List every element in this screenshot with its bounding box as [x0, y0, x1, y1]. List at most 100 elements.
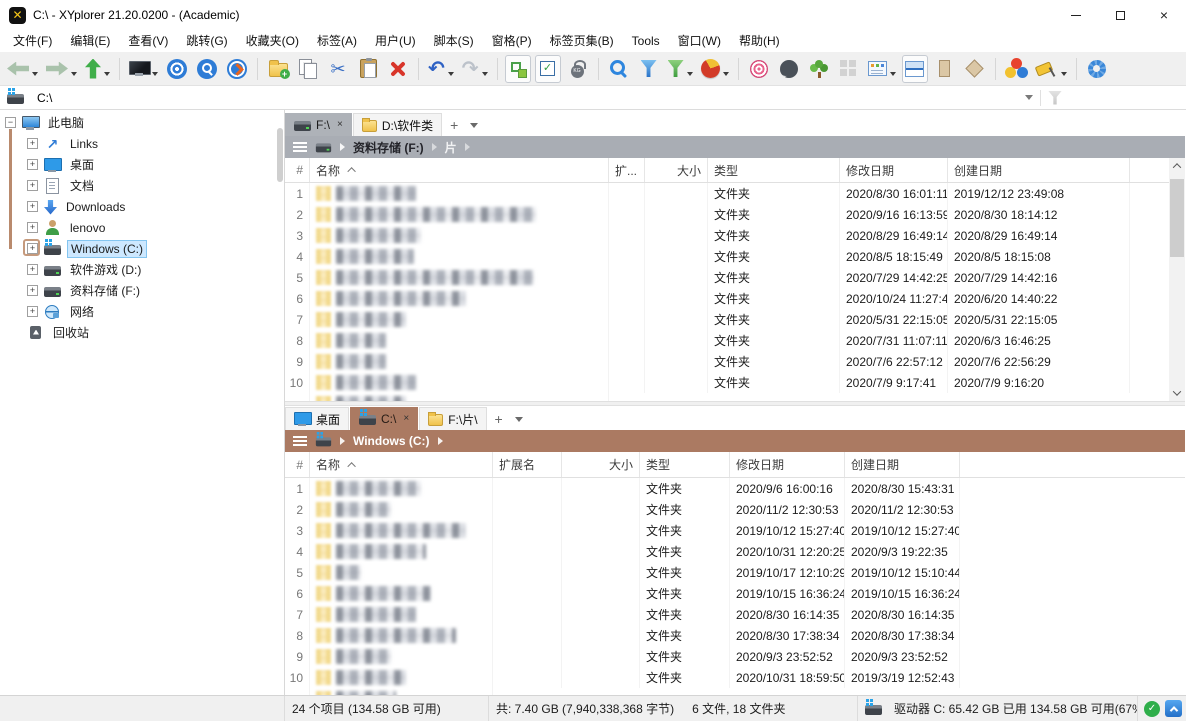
style-roller-icon[interactable]	[1034, 55, 1069, 83]
tree-green-icon[interactable]	[806, 55, 832, 83]
tree-toggle-icon[interactable]	[505, 55, 531, 83]
search-circle-icon[interactable]	[194, 55, 220, 83]
tiles-view-icon[interactable]	[836, 55, 862, 83]
file-row[interactable]: 1 文件夹 2020/9/6 16:00:16 2020/8/30 15:43:…	[285, 478, 1185, 499]
breadcrumb-segment[interactable]: Windows (C:)	[353, 434, 430, 448]
computer-icon[interactable]	[127, 55, 160, 83]
expand-toggle-icon[interactable]: −	[5, 117, 16, 128]
nav-back-icon[interactable]	[5, 55, 40, 83]
column-header-name[interactable]: 名称	[310, 158, 609, 182]
close-button[interactable]: ×	[1142, 0, 1186, 30]
tab-close-icon[interactable]: ×	[337, 120, 343, 130]
file-row[interactable]: 7 文件夹 2020/8/30 16:14:35 2020/8/30 16:14…	[285, 604, 1185, 625]
goto-target-icon[interactable]	[164, 55, 190, 83]
file-row[interactable]: 10 文件夹 2020/10/31 18:59:50 2019/3/19 12:…	[285, 667, 1185, 688]
weight-icon[interactable]	[565, 55, 591, 83]
find-files-icon[interactable]	[606, 55, 632, 83]
column-header-name[interactable]: 名称	[310, 452, 493, 477]
column-header-created[interactable]: 创建日期	[845, 452, 960, 477]
file-row[interactable]: 6 文件夹 2020/10/24 11:27:47 2020/6/20 14:4…	[285, 288, 1169, 309]
redo-icon[interactable]: ↷	[460, 55, 490, 83]
tab-close-icon[interactable]: ×	[403, 414, 409, 424]
filter-funnel-icon[interactable]	[1048, 91, 1062, 105]
column-header-type[interactable]: 类型	[708, 158, 840, 182]
menu-item[interactable]: 用户(U)	[366, 30, 425, 52]
tree-item-this-pc[interactable]: − 此电脑	[0, 112, 284, 133]
scroll-down-icon[interactable]	[1169, 385, 1185, 401]
status-up-button[interactable]	[1165, 700, 1182, 717]
top-pane-scrollbar[interactable]	[1169, 158, 1185, 401]
file-row[interactable]: 3 文件夹 2020/8/29 16:49:14 2020/8/29 16:49…	[285, 225, 1169, 246]
tab-list-button[interactable]	[510, 408, 528, 430]
tree-item-network[interactable]: + 网络	[0, 301, 284, 322]
settings-gear-icon[interactable]	[1084, 55, 1110, 83]
tree-item-drive-d[interactable]: + 软件游戏 (D:)	[0, 259, 284, 280]
file-row[interactable]: 8 文件夹 2020/7/31 11:07:11 2020/6/3 16:46:…	[285, 330, 1169, 351]
split-horizontal-icon[interactable]	[902, 55, 928, 83]
menu-item[interactable]: 跳转(G)	[177, 30, 236, 52]
address-input[interactable]: C:\	[37, 91, 52, 105]
cut-scissors-icon[interactable]: ✂	[325, 55, 351, 83]
color-filter-icon[interactable]	[1003, 55, 1030, 83]
new-folder-icon[interactable]	[265, 55, 291, 83]
menu-burger-icon[interactable]	[293, 142, 307, 152]
drive-icon[interactable]	[316, 140, 331, 154]
tab-list-button[interactable]	[465, 114, 483, 136]
tab-f-pian[interactable]: F:\片\ ×	[419, 407, 486, 430]
file-row[interactable]: 3 文件夹 2019/10/12 15:27:40 2019/10/12 15:…	[285, 520, 1185, 541]
tree-item-desktop[interactable]: + 桌面	[0, 154, 284, 175]
tree-scrollbar-thumb[interactable]	[277, 128, 283, 182]
tab-d-software[interactable]: D:\软件类 ×	[353, 113, 442, 136]
menu-item[interactable]: 收藏夹(O)	[237, 30, 308, 52]
menu-burger-icon[interactable]	[293, 436, 307, 446]
jump-arrow-icon[interactable]	[224, 55, 250, 83]
menu-item[interactable]: 脚本(S)	[425, 30, 483, 52]
details-view-icon[interactable]	[866, 55, 898, 83]
expand-toggle-icon[interactable]: +	[27, 138, 38, 149]
expand-toggle-icon[interactable]: +	[27, 306, 38, 317]
menu-item[interactable]: 帮助(H)	[730, 30, 789, 52]
menu-item[interactable]: 编辑(E)	[61, 30, 119, 52]
file-row[interactable]: 2 文件夹 2020/9/16 16:13:59 2020/8/30 18:14…	[285, 204, 1169, 225]
filter-blue-icon[interactable]	[636, 55, 662, 83]
breadcrumb-segment[interactable]: 片	[445, 139, 457, 156]
column-header-type[interactable]: 类型	[640, 452, 730, 477]
paste-icon[interactable]	[355, 55, 381, 83]
column-header-size[interactable]: 大小	[645, 158, 708, 182]
new-tab-button[interactable]: +	[443, 114, 465, 136]
file-row[interactable]: 1 文件夹 2020/8/30 16:01:11 2019/12/12 23:4…	[285, 183, 1169, 204]
menu-item[interactable]: 标签页集(B)	[541, 30, 623, 52]
menu-item[interactable]: 窗格(P)	[483, 30, 541, 52]
drive-c-icon[interactable]	[316, 434, 331, 448]
tree-item-lenovo[interactable]: + lenovo	[0, 217, 284, 238]
column-header-modified[interactable]: 修改日期	[730, 452, 845, 477]
expand-toggle-icon[interactable]: +	[27, 159, 38, 170]
expand-toggle-icon[interactable]: +	[27, 201, 38, 212]
panel-diamond-icon[interactable]	[962, 55, 988, 83]
tab-f-drive[interactable]: F:\ ×	[285, 113, 352, 136]
nav-up-icon[interactable]	[83, 55, 112, 83]
undo-icon[interactable]: ↶	[426, 55, 456, 83]
tree-item-drive-f[interactable]: + 资料存储 (F:)	[0, 280, 284, 301]
copy-icon[interactable]	[295, 55, 321, 83]
file-row[interactable]: 6 文件夹 2019/10/15 16:36:24 2019/10/15 16:…	[285, 583, 1185, 604]
new-tab-button[interactable]: +	[488, 408, 510, 430]
file-row[interactable]: 4 文件夹 2020/10/31 12:20:25 2020/9/3 19:22…	[285, 541, 1185, 562]
menu-item[interactable]: 文件(F)	[4, 30, 61, 52]
column-header-ext[interactable]: 扩...	[609, 158, 645, 182]
scrollbar-thumb[interactable]	[1170, 179, 1184, 257]
column-header-modified[interactable]: 修改日期	[840, 158, 948, 182]
file-row[interactable]: 4 文件夹 2020/8/5 18:15:49 2020/8/5 18:15:0…	[285, 246, 1169, 267]
file-row[interactable]: 2 文件夹 2020/11/2 12:30:53 2020/11/2 12:30…	[285, 499, 1185, 520]
tab-desktop[interactable]: 桌面 ×	[285, 407, 349, 430]
status-ok-icon[interactable]: ✓	[1144, 701, 1160, 717]
minimize-button[interactable]	[1054, 0, 1098, 30]
menu-item[interactable]: 窗口(W)	[669, 30, 730, 52]
breadcrumb-segment[interactable]: 资料存储 (F:)	[353, 139, 424, 156]
column-header-created[interactable]: 创建日期	[948, 158, 1130, 182]
scroll-up-icon[interactable]	[1169, 158, 1185, 174]
tree-item-recycle-bin[interactable]: 回收站	[0, 322, 284, 343]
dark-mode-moon-icon[interactable]	[776, 55, 802, 83]
tree-item-drive-c[interactable]: + Windows (C:)	[0, 238, 284, 259]
expand-toggle-icon[interactable]: +	[27, 264, 38, 275]
